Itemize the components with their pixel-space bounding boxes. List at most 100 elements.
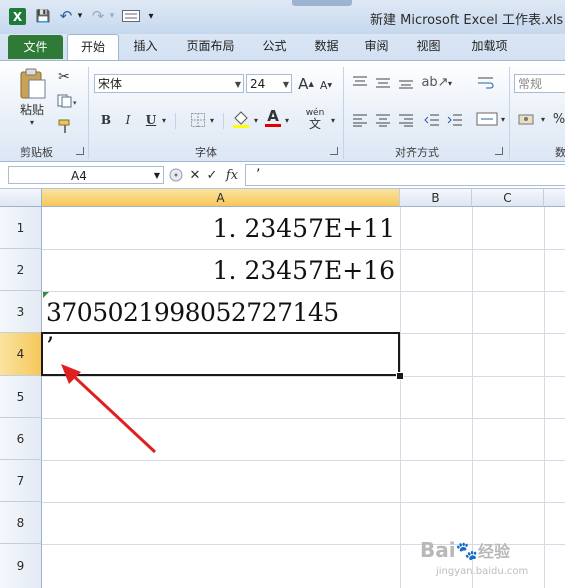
font-color-button[interactable]: A bbox=[263, 107, 283, 129]
tab-view[interactable]: 视图 bbox=[406, 34, 451, 59]
increase-indent-icon[interactable] bbox=[445, 111, 465, 129]
bold-button[interactable]: B bbox=[98, 111, 114, 129]
phonetic-char: 文 bbox=[308, 117, 321, 131]
gridline bbox=[544, 207, 545, 588]
watermark-text2: 经验 bbox=[478, 542, 511, 561]
tab-file[interactable]: 文件 bbox=[8, 35, 63, 59]
paw-icon: 🐾 bbox=[455, 541, 479, 562]
divider bbox=[223, 113, 224, 129]
chevron-down-icon: ▼ bbox=[282, 80, 289, 89]
borders-dropdown-icon[interactable]: ▾ bbox=[208, 113, 216, 127]
phonetic-dropdown-icon[interactable]: ▾ bbox=[329, 113, 337, 127]
fill-handle[interactable] bbox=[396, 372, 404, 380]
cell-a3[interactable]: 3705021998052727145 bbox=[46, 298, 339, 327]
group-separator bbox=[88, 67, 89, 159]
row-header-3[interactable]: 3 bbox=[0, 291, 42, 333]
underline-button[interactable]: U bbox=[143, 111, 159, 129]
redo-dropdown-icon[interactable]: ▾ bbox=[108, 8, 116, 24]
decrease-indent-icon[interactable] bbox=[422, 111, 442, 129]
undo-dropdown-icon[interactable]: ▾ bbox=[76, 8, 84, 24]
formula-bar-resize-icon[interactable] bbox=[168, 166, 184, 184]
column-header-a[interactable]: A bbox=[42, 189, 400, 207]
tab-data[interactable]: 数据 bbox=[304, 34, 349, 59]
cell-a1[interactable]: 1. 23457E+11 bbox=[100, 214, 395, 243]
align-top-icon[interactable] bbox=[350, 73, 370, 91]
merge-dropdown-icon[interactable]: ▾ bbox=[499, 113, 507, 125]
chevron-down-icon: ▼ bbox=[234, 80, 241, 89]
watermark-text: Bai bbox=[420, 538, 456, 562]
gridline bbox=[42, 291, 565, 292]
cancel-entry-icon[interactable]: ✕ bbox=[188, 166, 202, 184]
tab-page-layout[interactable]: 页面布局 bbox=[178, 34, 243, 59]
tab-review[interactable]: 审阅 bbox=[354, 34, 399, 59]
align-left-icon[interactable] bbox=[350, 111, 370, 129]
cut-icon[interactable]: ✂ bbox=[56, 69, 72, 85]
tab-insert[interactable]: 插入 bbox=[123, 34, 168, 59]
select-all-corner[interactable] bbox=[0, 189, 42, 207]
chevron-down-icon: ▼ bbox=[153, 171, 160, 180]
grow-font-button[interactable]: A ▲ bbox=[297, 74, 315, 94]
formula-input[interactable]: ’ bbox=[245, 164, 565, 186]
customize-quick-access-icon[interactable]: ▾ bbox=[146, 8, 156, 24]
insert-function-button[interactable]: fx bbox=[223, 166, 241, 184]
row-header-7[interactable]: 7 bbox=[0, 460, 42, 502]
tab-home[interactable]: 开始 bbox=[67, 34, 119, 61]
row-header-5[interactable]: 5 bbox=[0, 376, 42, 418]
font-name-select[interactable]: 宋体 ▼ bbox=[94, 74, 244, 93]
phonetic-button[interactable]: wén 文 bbox=[300, 107, 330, 131]
italic-button[interactable]: I bbox=[120, 111, 136, 129]
align-center-icon[interactable] bbox=[373, 111, 393, 129]
name-box[interactable]: A4 ▼ bbox=[8, 166, 164, 184]
orientation-dropdown-icon[interactable]: ▾ bbox=[446, 77, 454, 89]
format-painter-icon[interactable] bbox=[56, 117, 74, 135]
wrap-text-icon[interactable] bbox=[475, 73, 497, 93]
row-header-8[interactable]: 8 bbox=[0, 502, 42, 544]
orientation-icon[interactable]: ab↗ bbox=[421, 73, 448, 91]
row-header-2[interactable]: 2 bbox=[0, 249, 42, 291]
row-header-1[interactable]: 1 bbox=[0, 207, 42, 249]
group-separator bbox=[343, 67, 344, 159]
percent-style-button[interactable]: % bbox=[552, 109, 565, 129]
fill-color-icon[interactable] bbox=[230, 109, 252, 129]
row-header-9[interactable]: 9 bbox=[0, 544, 42, 588]
align-right-icon[interactable] bbox=[396, 111, 416, 129]
borders-icon[interactable] bbox=[188, 111, 208, 129]
tab-addins[interactable]: 加载项 bbox=[462, 34, 517, 59]
paste-icon[interactable] bbox=[16, 67, 48, 101]
row-header-4[interactable]: 4 bbox=[0, 333, 42, 376]
cell-a2[interactable]: 1. 23457E+16 bbox=[100, 256, 395, 285]
shrink-font-button[interactable]: A ▼ bbox=[318, 76, 334, 94]
ribbon: 粘贴 ▾ ✂ ▾ 剪贴板 宋体 ▼ 24 ▼ A ▲ A ▼ B I U ▾ ▾ ▾… bbox=[0, 60, 565, 162]
gridline bbox=[42, 502, 565, 503]
align-bottom-icon[interactable] bbox=[396, 73, 416, 91]
annotation-arrow-icon bbox=[61, 364, 157, 454]
alignment-dialog-launcher-icon[interactable] bbox=[495, 147, 503, 155]
fill-color-dropdown-icon[interactable]: ▾ bbox=[252, 113, 260, 127]
clipboard-dialog-launcher-icon[interactable] bbox=[76, 147, 84, 155]
enter-entry-icon[interactable]: ✓ bbox=[205, 166, 219, 184]
column-header-c[interactable]: C bbox=[472, 189, 544, 207]
row-header-6[interactable]: 6 bbox=[0, 418, 42, 460]
number-format-value: 常规 bbox=[518, 77, 543, 91]
form-icon[interactable] bbox=[122, 8, 140, 24]
number-format-select[interactable]: 常规 bbox=[514, 74, 565, 93]
merge-center-icon[interactable] bbox=[475, 109, 499, 129]
column-header-d[interactable] bbox=[544, 189, 565, 207]
font-color-dropdown-icon[interactable]: ▾ bbox=[283, 113, 291, 127]
font-size-select[interactable]: 24 ▼ bbox=[246, 74, 292, 93]
copy-icon[interactable]: ▾ bbox=[56, 93, 78, 109]
save-icon[interactable]: 💾 bbox=[35, 8, 51, 24]
font-dialog-launcher-icon[interactable] bbox=[330, 147, 338, 155]
tab-formulas[interactable]: 公式 bbox=[252, 34, 297, 59]
paste-dropdown-icon[interactable]: ▾ bbox=[28, 117, 36, 127]
column-header-b[interactable]: B bbox=[400, 189, 472, 207]
group-separator bbox=[509, 67, 510, 159]
undo-icon[interactable]: ↶ bbox=[58, 7, 74, 25]
accounting-format-icon[interactable] bbox=[517, 109, 539, 129]
accounting-dropdown-icon[interactable]: ▾ bbox=[539, 113, 547, 125]
align-middle-icon[interactable] bbox=[373, 73, 393, 91]
underline-dropdown-icon[interactable]: ▾ bbox=[160, 113, 168, 127]
redo-icon[interactable]: ↷ bbox=[90, 7, 106, 25]
paste-button[interactable]: 粘贴 bbox=[14, 101, 50, 117]
title-bar: X 💾 ↶ ▾ ↷ ▾ ▾ 新建 Microsoft Excel 工作表.xls… bbox=[0, 0, 565, 34]
